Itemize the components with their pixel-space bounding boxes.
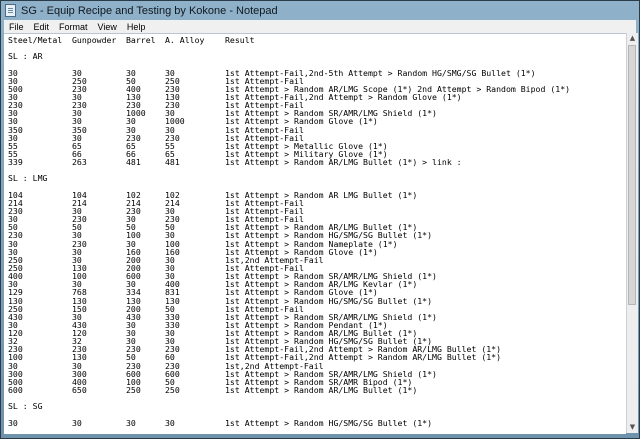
gunpowder-cell: 30 <box>72 417 82 428</box>
header-gunpowder: Gunpowder <box>72 35 117 45</box>
notepad-window: SG - Equip Recipe and Testing by Kokone … <box>0 0 640 439</box>
barrel-cell: 481 <box>126 157 141 168</box>
alloy-cell: 481 <box>165 157 180 168</box>
table-row: 230 30 230 30 1st Attempt-Fail <box>8 207 626 215</box>
header-barrel: Barrel <box>126 35 156 45</box>
menu-bar: File Edit Format View Help <box>4 20 636 33</box>
menu-edit[interactable]: Edit <box>29 22 55 32</box>
table-row: 600 650 250 250 1st Attempt > Random AR/LMG … <box>8 386 626 394</box>
vertical-scrollbar[interactable]: ▲ ▼ <box>626 33 638 433</box>
alloy-cell: 250 <box>165 385 180 396</box>
gunpowder-cell: 650 <box>72 385 87 396</box>
result-cell: 1st Attempt > Random AR/LMG Bullet (1*) … <box>225 157 462 168</box>
header-result: Result <box>225 35 255 45</box>
result-cell: 1st Attempt > Random HG/SMG/SG Bullet (1… <box>225 417 433 428</box>
section-label: SL : LMG <box>8 173 48 184</box>
table-row: 30 30 130 130 1st Attempt-Fail,2nd Attempt >… <box>8 93 626 101</box>
table-row: 30 30 30 30 1st Attempt-Fail,2nd-5th Attempt… <box>8 68 626 76</box>
section-label: SL : AR <box>8 51 43 62</box>
table-row: 350 350 30 30 1st Attempt-Fail <box>8 125 626 133</box>
menu-file[interactable]: File <box>4 22 29 32</box>
table-row: 339 263 481 481 1st Attempt > Random AR/LMG … <box>8 158 626 166</box>
alloy-cell: 30 <box>165 417 175 428</box>
document-text[interactable]: Steel/Metal Gunpowder Barrel A. Alloy Result… <box>4 34 626 427</box>
table-row: 30 30 30 30 1st Attempt > Random HG/SMG/SG B… <box>8 417 626 428</box>
text-editor[interactable]: Steel/Metal Gunpowder Barrel A. Alloy Result… <box>4 33 626 434</box>
scroll-thumb[interactable] <box>628 45 636 305</box>
menu-view[interactable]: View <box>93 22 122 32</box>
header-row: Steel/Metal Gunpowder Barrel A. Alloy Result <box>8 36 626 44</box>
gunpowder-cell: 263 <box>72 157 87 168</box>
notepad-icon <box>5 4 16 17</box>
barrel-cell: 250 <box>126 385 141 396</box>
steel-cell: 30 <box>8 417 18 428</box>
window-title: SG - Equip Recipe and Testing by Kokone … <box>21 4 278 17</box>
barrel-cell: 30 <box>126 417 136 428</box>
table-row: 104 104 102 102 1st Attempt > Random AR LMG … <box>8 190 626 198</box>
steel-cell: 600 <box>8 385 23 396</box>
table-row: 130 130 130 130 1st Attempt > Random HG/SMG/… <box>8 296 626 304</box>
menu-help[interactable]: Help <box>122 22 151 32</box>
section-label: SL : SG <box>8 401 43 412</box>
menu-format[interactable]: Format <box>54 22 93 32</box>
table-row: 250 30 200 30 1st,2nd Attempt-Fail <box>8 256 626 264</box>
scroll-up-icon[interactable]: ▲ <box>628 34 637 43</box>
table-row: 30 30 30 1000 1st Attempt > Random Glove (1*… <box>8 117 626 125</box>
result-cell: 1st Attempt > Random AR/LMG Bullet (1*) <box>225 385 418 396</box>
scroll-down-icon[interactable]: ▼ <box>628 423 637 432</box>
steel-cell: 339 <box>8 157 23 168</box>
header-steel: Steel/Metal <box>8 35 63 45</box>
table-row: 214 214 214 214 1st Attempt-Fail <box>8 199 626 207</box>
header-alloy: A. Alloy <box>165 35 205 45</box>
title-bar[interactable]: SG - Equip Recipe and Testing by Kokone … <box>1 1 639 20</box>
